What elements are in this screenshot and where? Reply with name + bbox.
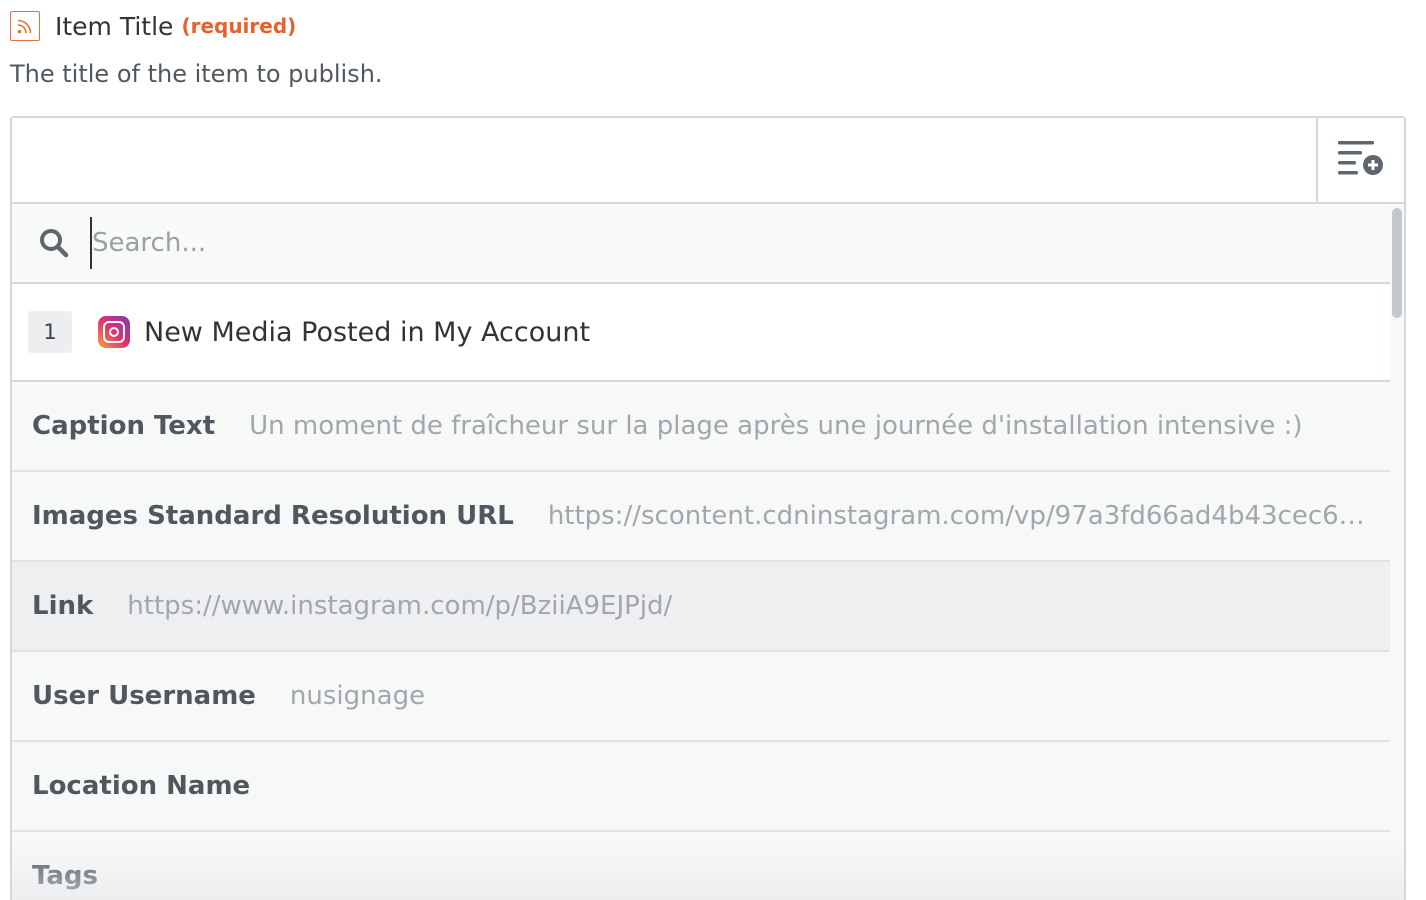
field-container: 1 New Media Posted in My Account Caption… xyxy=(10,116,1406,900)
item-title-input[interactable] xyxy=(12,118,1316,202)
search-icon xyxy=(36,225,72,261)
app-step-header[interactable]: 1 New Media Posted in My Account xyxy=(12,284,1390,382)
field-option-value: nusignage xyxy=(289,681,426,711)
field-option-images-standard-resolution-url[interactable]: Images Standard Resolution URL https://s… xyxy=(12,472,1390,562)
field-title: Item Title xyxy=(55,11,174,41)
search-input[interactable] xyxy=(90,217,1294,269)
field-option-caption-text[interactable]: Caption Text Un moment de fraîcheur sur … xyxy=(12,382,1390,472)
field-option-value: https://scontent.cdninstagram.com/vp/97a… xyxy=(547,501,1390,531)
instagram-icon xyxy=(98,316,130,348)
field-option-location-name[interactable]: Location Name xyxy=(12,742,1390,832)
field-option-name: Caption Text xyxy=(32,411,216,441)
help-text: The title of the item to publish. xyxy=(10,60,383,88)
insert-field-button[interactable] xyxy=(1316,118,1404,202)
scrollbar-thumb[interactable] xyxy=(1392,208,1402,318)
required-label: (required) xyxy=(181,14,297,38)
step-number-badge: 1 xyxy=(28,311,72,353)
field-header: Item Title (required) xyxy=(10,8,296,44)
input-row xyxy=(12,118,1404,204)
field-option-name: Location Name xyxy=(32,771,251,801)
insert-field-icon xyxy=(1336,137,1386,183)
search-row xyxy=(12,204,1390,284)
field-option-link[interactable]: Link https://www.instagram.com/p/BziiA9E… xyxy=(12,562,1390,652)
field-option-name: Images Standard Resolution URL xyxy=(32,501,514,531)
field-option-name: User Username xyxy=(32,681,256,711)
field-option-value: Un moment de fraîcheur sur la plage aprè… xyxy=(249,411,1303,441)
field-option-tags[interactable]: Tags xyxy=(12,832,1390,900)
dropdown-scrollbar[interactable] xyxy=(1390,204,1404,900)
field-option-name: Tags xyxy=(32,861,99,891)
field-picker-dropdown: 1 New Media Posted in My Account Caption… xyxy=(12,204,1404,900)
rss-icon xyxy=(10,11,40,41)
field-option-value: https://www.instagram.com/p/BziiA9EJPjd/ xyxy=(127,591,673,621)
app-step-title: New Media Posted in My Account xyxy=(144,316,591,348)
field-option-user-username[interactable]: User Username nusignage xyxy=(12,652,1390,742)
field-option-name: Link xyxy=(32,591,94,621)
